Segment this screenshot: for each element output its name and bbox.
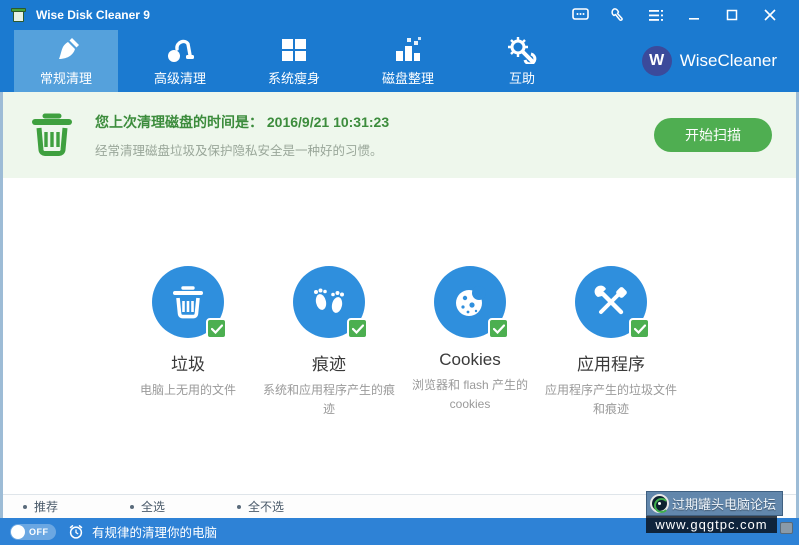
watermark-mini-icon	[780, 522, 793, 534]
brush-icon	[51, 35, 81, 65]
tab-regular-clean[interactable]: 常规清理	[14, 30, 118, 92]
vacuum-icon	[165, 35, 195, 65]
feature-desc: 电脑上无用的文件	[118, 381, 259, 400]
brand-initial: W	[642, 46, 672, 76]
feature-junk[interactable]: 垃圾 电脑上无用的文件	[118, 266, 259, 400]
feature-area: 垃圾 电脑上无用的文件 痕迹 系统和应用程序产生的痕迹	[3, 178, 796, 494]
close-button[interactable]	[751, 0, 789, 30]
schedule-text: 有规律的清理你的电脑	[92, 522, 217, 541]
feature-title: 垃圾	[118, 350, 259, 375]
forum-logo-icon	[650, 494, 669, 513]
window-title: Wise Disk Cleaner 9	[36, 8, 150, 22]
feature-title: 应用程序	[541, 350, 682, 375]
schedule-toggle[interactable]: OFF	[10, 524, 56, 540]
feature-desc: 浏览器和 flash 产生的 cookies	[400, 376, 541, 414]
help-icon	[507, 35, 537, 65]
tab-label: 互助	[509, 68, 535, 87]
brand-name: WiseCleaner	[680, 51, 777, 71]
titlebar: Wise Disk Cleaner 9	[0, 0, 799, 30]
start-scan-button[interactable]: 开始扫描	[654, 118, 772, 152]
check-badge[interactable]	[206, 318, 227, 339]
tab-label: 磁盘整理	[382, 68, 434, 87]
feature-cookies[interactable]: Cookies 浏览器和 flash 产生的 cookies	[400, 266, 541, 414]
feature-traces[interactable]: 痕迹 系统和应用程序产生的痕迹	[259, 266, 400, 419]
nav-bar: 常规清理 高级清理 系统瘦身 磁盘整理 互助 W	[0, 30, 799, 92]
alarm-clock-icon	[68, 524, 84, 540]
app-icon	[10, 6, 28, 24]
feature-title: Cookies	[400, 350, 541, 370]
feature-desc: 系统和应用程序产生的痕迹	[259, 381, 400, 419]
support-icon[interactable]	[599, 0, 637, 30]
defrag-icon	[393, 35, 423, 65]
forum-watermark: 过期罐头电脑论坛 www.gqgtpc.com	[646, 491, 783, 533]
tab-disk-defrag[interactable]: 磁盘整理	[356, 30, 460, 92]
feature-apps[interactable]: 应用程序 应用程序产生的垃圾文件和痕迹	[541, 266, 682, 419]
tab-help[interactable]: 互助	[470, 30, 574, 92]
minimize-button[interactable]	[675, 0, 713, 30]
check-badge[interactable]	[629, 318, 650, 339]
feature-desc: 应用程序产生的垃圾文件和痕迹	[541, 381, 682, 419]
last-clean-line: 您上次清理磁盘的时间是： 2016/9/21 10:31:23	[95, 112, 389, 132]
tab-label: 高级清理	[154, 68, 206, 87]
menu-icon[interactable]	[637, 0, 675, 30]
select-none[interactable]: 全不选	[237, 498, 284, 515]
last-clean-time: 2016/9/21 10:31:23	[267, 114, 389, 130]
feedback-icon[interactable]	[561, 0, 599, 30]
tab-label: 系统瘦身	[268, 68, 320, 87]
brand-logo: W WiseCleaner	[642, 30, 777, 92]
tab-system-slim[interactable]: 系统瘦身	[242, 30, 346, 92]
bullet-icon	[237, 505, 241, 509]
app-window: Wise Disk Cleaner 9	[0, 0, 799, 545]
bullet-icon	[23, 505, 27, 509]
check-badge[interactable]	[347, 318, 368, 339]
tab-label: 常规清理	[40, 68, 92, 87]
check-badge[interactable]	[488, 318, 509, 339]
last-clean-label: 您上次清理磁盘的时间是：	[95, 114, 263, 130]
toggle-state: OFF	[29, 527, 49, 537]
maximize-button[interactable]	[713, 0, 751, 30]
toggle-knob	[11, 525, 25, 539]
info-bar: 您上次清理磁盘的时间是： 2016/9/21 10:31:23 经常清理磁盘垃圾…	[3, 92, 796, 178]
forum-name: 过期罐头电脑论坛	[672, 494, 776, 513]
tab-advanced-clean[interactable]: 高级清理	[128, 30, 232, 92]
forum-url: www.gqgtpc.com	[646, 516, 777, 533]
select-all[interactable]: 全选	[130, 498, 165, 515]
windows-icon	[280, 35, 308, 65]
clean-tip: 经常清理磁盘垃圾及保护隐私安全是一种好的习惯。	[95, 140, 389, 159]
recycle-bin-icon	[31, 110, 73, 161]
bullet-icon	[130, 505, 134, 509]
feature-title: 痕迹	[259, 350, 400, 375]
select-recommended[interactable]: 推荐	[23, 498, 58, 515]
